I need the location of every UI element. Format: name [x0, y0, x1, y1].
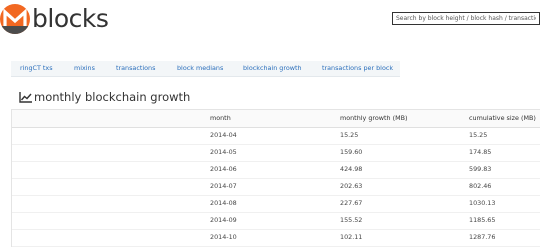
cell-month: 2014-07 — [210, 182, 237, 190]
column-header-cumulative-size: cumulative size (MB) — [469, 114, 536, 122]
logo-text: blocks — [32, 4, 109, 33]
cell-month: 2014-10 — [210, 233, 237, 241]
cell-month: 2014-05 — [210, 148, 237, 156]
cell-cumulative: 15.25 — [469, 131, 488, 139]
cell-cumulative: 1185.65 — [469, 216, 496, 224]
monero-logo-icon — [0, 4, 30, 34]
cell-growth: 155.52 — [340, 216, 363, 224]
table-row: 2014-07 202.63 802.46 — [12, 178, 540, 196]
cell-month: 2014-08 — [210, 199, 237, 207]
cell-growth: 102.11 — [340, 233, 363, 241]
cell-growth: 159.60 — [340, 148, 363, 156]
table-row: 2014-09 155.52 1185.65 — [12, 212, 540, 230]
nav-item-transactions[interactable]: transactions — [116, 61, 155, 76]
nav-item-ringct-txs[interactable]: ringCT txs — [20, 61, 53, 76]
stats-nav-bar: ringCT txs mixins transactions block med… — [11, 61, 400, 77]
table-header: month monthly growth (MB) cumulative siz… — [12, 110, 540, 128]
cell-cumulative: 599.83 — [469, 165, 492, 173]
cell-cumulative: 1030.13 — [469, 199, 496, 207]
column-header-monthly-growth: monthly growth (MB) — [340, 114, 408, 122]
cell-growth: 424.98 — [340, 165, 363, 173]
cell-month: 2014-06 — [210, 165, 237, 173]
growth-table: month monthly growth (MB) cumulative siz… — [11, 109, 540, 247]
cell-cumulative: 1287.76 — [469, 233, 496, 241]
table-row: 2014-04 15.25 15.25 — [12, 127, 540, 145]
cell-cumulative: 802.46 — [469, 182, 492, 190]
line-chart-icon — [19, 91, 32, 103]
nav-item-mixins[interactable]: mixins — [74, 61, 95, 76]
cell-growth: 227.67 — [340, 199, 363, 207]
page-heading: monthly blockchain growth — [19, 90, 190, 104]
nav-item-block-medians[interactable]: block medians — [177, 61, 223, 76]
table-row: 2014-06 424.98 599.83 — [12, 161, 540, 179]
table-row: 2014-08 227.67 1030.13 — [12, 195, 540, 213]
cell-month: 2014-09 — [210, 216, 237, 224]
table-row: 2014-05 159.60 174.85 — [12, 144, 540, 162]
search-input[interactable] — [392, 12, 540, 25]
cell-growth: 15.25 — [340, 131, 359, 139]
cell-growth: 202.63 — [340, 182, 363, 190]
site-logo[interactable]: blocks — [0, 4, 109, 34]
nav-item-blockchain-growth[interactable]: blockchain growth — [243, 61, 302, 76]
nav-item-transactions-per-block[interactable]: transactions per block — [322, 61, 393, 76]
column-header-month: month — [210, 114, 231, 122]
table-row: 2014-10 102.11 1287.76 — [12, 229, 540, 247]
page-title: monthly blockchain growth — [34, 90, 191, 104]
cell-cumulative: 174.85 — [469, 148, 492, 156]
cell-month: 2014-04 — [210, 131, 237, 139]
